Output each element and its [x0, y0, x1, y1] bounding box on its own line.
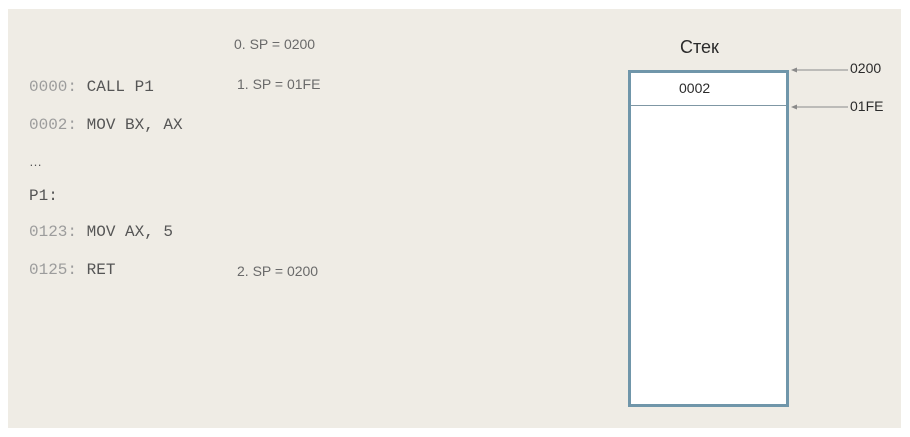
stack-pointer-address: 01FE [850, 98, 884, 114]
sp-note-after-ret: 2. SP = 0200 [237, 263, 319, 279]
code-instruction: … [29, 154, 42, 169]
slide-canvas: 0000: CALL P1 0002: MOV BX, AX … P1: 012… [8, 9, 901, 428]
code-address: 0125: [29, 261, 78, 279]
sp-note-initial: 0. SP = 0200 [234, 36, 316, 52]
top-address-arrow-icon [791, 67, 848, 73]
code-instruction: MOV BX, AX [77, 116, 183, 134]
stack-cell: 0002 [631, 73, 786, 106]
stack-box: 0002 [628, 70, 789, 407]
code-line-ret: 0125: RET [29, 260, 115, 280]
code-line-mov-ax: 0123: MOV AX, 5 [29, 222, 173, 242]
code-instruction: MOV AX, 5 [77, 223, 174, 241]
code-line-call: 0000: CALL P1 [29, 77, 154, 97]
code-line-mov-bx: 0002: MOV BX, AX [29, 115, 183, 135]
code-instruction: CALL P1 [77, 78, 154, 96]
code-line-ellipsis: … [29, 152, 42, 172]
code-line-label-p1: P1: [29, 186, 58, 206]
stack-top-address: 0200 [850, 60, 882, 76]
code-address: 0002: [29, 116, 78, 134]
code-address: 0000: [29, 78, 78, 96]
stack-cell-value: 0002 [679, 80, 711, 96]
code-instruction: P1: [29, 187, 58, 205]
sp-note-after-call: 1. SP = 01FE [237, 76, 321, 92]
pointer-address-arrow-icon [791, 104, 848, 110]
stack-title: Стек [680, 37, 719, 57]
code-address: 0123: [29, 223, 78, 241]
code-instruction: RET [77, 261, 116, 279]
